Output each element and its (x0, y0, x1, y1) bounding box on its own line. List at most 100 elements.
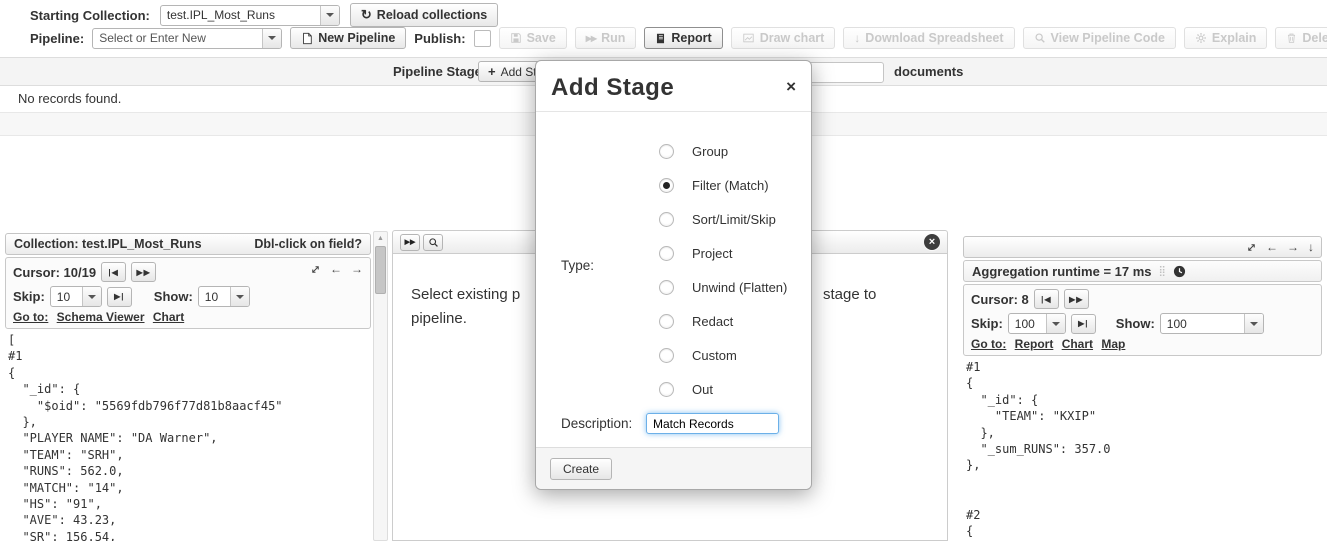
add-stage-modal: Add Stage × Type: Group Filter (Match) S… (535, 60, 812, 490)
radio-option-filter-match[interactable]: Filter (Match) (659, 168, 787, 202)
down-arrow-icon[interactable]: ↓ (1308, 241, 1314, 253)
view-pipeline-code-button[interactable]: View Pipeline Code (1023, 27, 1176, 49)
save-button[interactable]: Save (499, 27, 567, 49)
first-page-button[interactable]: |◀ (1034, 289, 1059, 309)
no-records-text: No records found. (18, 86, 121, 112)
new-pipeline-button[interactable]: New Pipeline (290, 27, 406, 49)
stage-hint-text-line2: pipeline. (411, 310, 467, 327)
report-button[interactable]: Report (644, 27, 722, 49)
explain-button[interactable]: Explain (1184, 27, 1267, 49)
close-icon[interactable]: × (786, 78, 796, 95)
radio-option-project[interactable]: Project (659, 236, 787, 270)
expand-icon[interactable] (310, 264, 321, 275)
show-select[interactable]: 100 (1160, 313, 1264, 334)
close-panel-button[interactable]: × (924, 234, 940, 250)
run-icon: ▶▶ (586, 34, 596, 43)
skip-select[interactable]: 10 (50, 286, 102, 307)
description-input[interactable] (646, 413, 779, 434)
show-label: Show: (154, 289, 193, 304)
run-stage-button[interactable]: ▶▶ (400, 234, 420, 251)
stage-hint-text-left: Select existing p (411, 286, 520, 303)
draw-chart-button[interactable]: Draw chart (731, 27, 836, 49)
first-page-button[interactable]: |◀ (101, 262, 126, 282)
report-icon (655, 32, 666, 45)
pipeline-toolbar: Pipeline: Select or Enter New New Pipeli… (30, 27, 1327, 49)
collection-cursor-box: Cursor: 10/19 |◀ ▶▶ ← → Skip: 10 ▶| Show… (5, 257, 371, 329)
collection-panel-header: Collection: test.IPL_Most_Runs Dbl-click… (5, 233, 371, 255)
create-button[interactable]: Create (550, 458, 612, 480)
radio-option-sort-limit-skip[interactable]: Sort/Limit/Skip (659, 202, 787, 236)
reload-icon: ↻ (361, 7, 372, 23)
chart-link[interactable]: Chart (1062, 337, 1093, 351)
chevron-down-icon (320, 6, 339, 25)
show-select[interactable]: 10 (198, 286, 250, 307)
left-arrow-icon[interactable]: ← (330, 263, 342, 275)
search-stage-button[interactable] (423, 234, 443, 251)
skip-label: Skip: (971, 316, 1003, 331)
modal-footer: Create (536, 447, 811, 489)
documents-label: documents (894, 58, 963, 86)
results-panel-toolbar: ← → ↓ (963, 236, 1322, 258)
download-spreadsheet-button[interactable]: ↓ Download Spreadsheet (843, 27, 1014, 49)
scroll-up-icon[interactable]: ▲ (374, 232, 387, 242)
expand-icon[interactable] (1246, 242, 1257, 253)
modal-title: Add Stage (551, 74, 674, 102)
radio-icon (659, 246, 674, 261)
right-arrow-icon[interactable]: → (1287, 241, 1299, 253)
run-button[interactable]: ▶▶ Run (575, 27, 637, 49)
radio-option-group[interactable]: Group (659, 134, 787, 168)
radio-option-redact[interactable]: Redact (659, 304, 787, 338)
description-label: Description: (561, 416, 646, 431)
skip-forward-button[interactable]: ▶| (1071, 314, 1096, 334)
left-arrow-icon[interactable]: ← (1266, 241, 1278, 253)
download-icon: ↓ (854, 31, 860, 45)
delete-button[interactable]: Delete (1275, 27, 1327, 49)
runtime-text: Aggregation runtime = 17 ms (972, 264, 1152, 279)
collection-json-view: [ #1 { "_id": { "$oid": "5569fdb796f77d8… (8, 332, 371, 541)
aggregation-runtime-bar: Aggregation runtime = 17 ms ⣿ (963, 260, 1322, 282)
radio-option-unwind[interactable]: Unwind (Flatten) (659, 270, 787, 304)
radio-option-custom[interactable]: Custom (659, 338, 787, 372)
cursor-label: Cursor: 8 (971, 292, 1029, 307)
reload-collections-button[interactable]: ↻ Reload collections (350, 3, 498, 27)
pipeline-label: Pipeline: (30, 31, 84, 46)
results-panel: ← → ↓ Aggregation runtime = 17 ms ⣿ Curs… (963, 236, 1322, 541)
chevron-down-icon (1244, 314, 1263, 333)
chart-image-icon (742, 32, 755, 44)
next-page-button[interactable]: ▶▶ (131, 262, 156, 282)
radio-icon (659, 144, 674, 159)
scrollbar-thumb[interactable] (375, 246, 386, 294)
radio-icon (659, 178, 674, 193)
chevron-down-icon (262, 29, 281, 48)
app-window: Starting Collection: test.IPL_Most_Runs … (0, 0, 1327, 541)
publish-label: Publish: (414, 31, 465, 46)
skip-forward-button[interactable]: ▶| (107, 287, 132, 307)
collection-title: Collection: test.IPL_Most_Runs (14, 237, 202, 251)
results-json-view: #1 { "_id": { "TEAM": "KXIP" }, "_sum_RU… (966, 359, 1322, 541)
show-label: Show: (1116, 316, 1155, 331)
schema-viewer-link[interactable]: Schema Viewer (57, 310, 145, 324)
pipeline-stages-title: Pipeline Stages (393, 58, 489, 86)
chevron-down-icon (230, 287, 249, 306)
report-link[interactable]: Report (1015, 337, 1054, 351)
dbl-click-hint: Dbl-click on field? (254, 237, 362, 251)
save-icon (510, 32, 522, 44)
radio-option-out[interactable]: Out (659, 372, 787, 406)
starting-collection-select[interactable]: test.IPL_Most_Runs (160, 5, 340, 26)
pipeline-select[interactable]: Select or Enter New (92, 28, 282, 49)
search-icon (1034, 32, 1046, 44)
chart-link[interactable]: Chart (153, 310, 184, 324)
publish-checkbox[interactable] (474, 30, 491, 47)
next-page-button[interactable]: ▶▶ (1064, 289, 1089, 309)
skip-label: Skip: (13, 289, 45, 304)
gear-icon (1195, 32, 1207, 44)
goto-label: Go to: (971, 337, 1006, 351)
right-arrow-icon[interactable]: → (351, 263, 363, 275)
trash-icon (1286, 32, 1297, 44)
radio-icon (659, 314, 674, 329)
map-link[interactable]: Map (1101, 337, 1125, 351)
plus-icon: + (488, 64, 496, 79)
clock-icon (1173, 265, 1186, 278)
left-panel-scrollbar[interactable]: ▲ (373, 231, 388, 541)
skip-select[interactable]: 100 (1008, 313, 1066, 334)
